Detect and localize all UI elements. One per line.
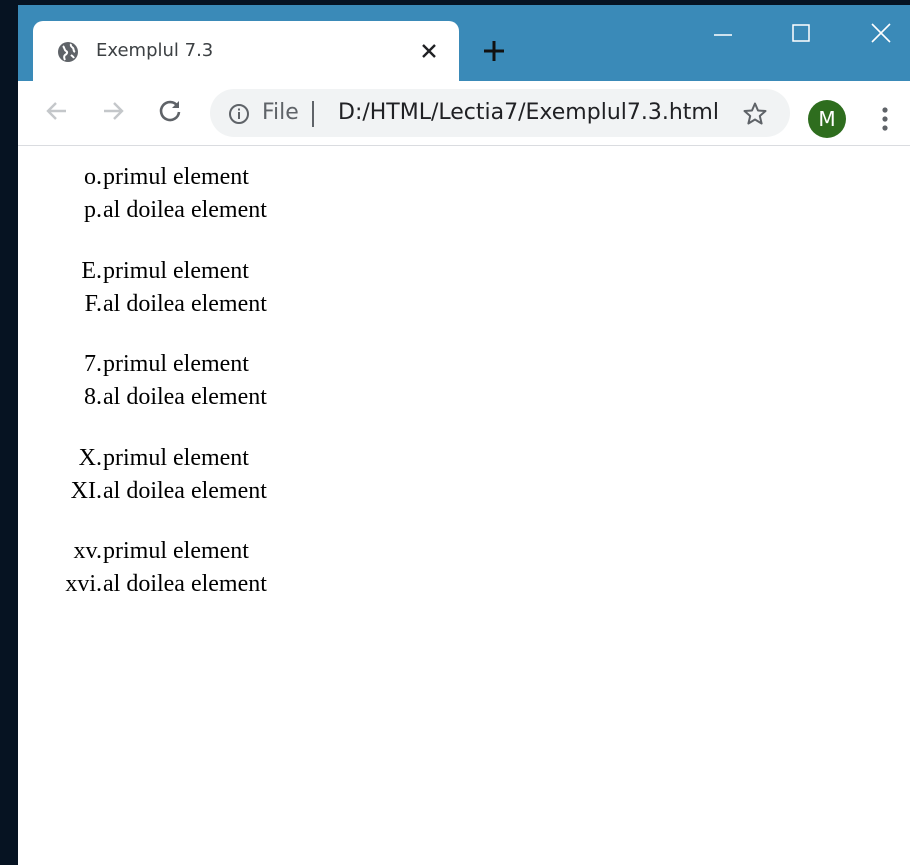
- list-marker: o.: [84, 164, 102, 190]
- minimize-icon[interactable]: [700, 15, 746, 51]
- list-marker: 7.: [84, 351, 102, 377]
- browser-window: Exemplul 7.3 File D:/HTML/Lectia7/Exempl…: [18, 5, 910, 865]
- list-item: XI. al doilea element: [18, 475, 418, 508]
- list-item: p. al doilea element: [18, 194, 418, 227]
- omnibox-divider: [312, 101, 314, 127]
- kebab-menu-icon[interactable]: [870, 103, 900, 135]
- list-item-text: primul element: [103, 445, 249, 471]
- list-item: 8. al doilea element: [18, 381, 418, 414]
- ordered-list-lower-roman: xv. primul element xvi. al doilea elemen…: [18, 535, 418, 601]
- list-item-text: al doilea element: [103, 291, 267, 317]
- plus-icon[interactable]: [480, 37, 508, 65]
- list-marker: XI.: [70, 478, 102, 504]
- list-item: xvi. al doilea element: [18, 568, 418, 601]
- list-item: xv. primul element: [18, 535, 418, 568]
- maximize-icon[interactable]: [778, 15, 824, 51]
- list-marker: F.: [84, 291, 102, 317]
- back-arrow-icon[interactable]: [41, 95, 73, 127]
- address-bar[interactable]: File D:/HTML/Lectia7/Exemplul7.3.html: [210, 89, 790, 137]
- browser-tab[interactable]: Exemplul 7.3: [33, 21, 459, 81]
- info-icon[interactable]: [228, 103, 250, 125]
- list-item: E. primul element: [18, 255, 418, 288]
- close-window-icon[interactable]: [858, 15, 904, 51]
- list-item-text: al doilea element: [103, 384, 267, 410]
- ordered-list-lower-alpha: o. primul element p. al doilea element: [18, 161, 418, 227]
- list-marker: p.: [84, 197, 102, 223]
- list-item-text: al doilea element: [103, 197, 267, 223]
- title-bar: Exemplul 7.3: [18, 5, 910, 81]
- list-item-text: primul element: [103, 164, 249, 190]
- page-content: o. primul element p. al doilea element E…: [18, 146, 910, 865]
- reload-icon[interactable]: [154, 95, 186, 127]
- tab-title: Exemplul 7.3: [96, 40, 214, 61]
- profile-avatar[interactable]: M: [808, 100, 846, 138]
- list-item: 7. primul element: [18, 348, 418, 381]
- close-icon[interactable]: [416, 38, 442, 64]
- ordered-list-upper-alpha: E. primul element F. al doilea element: [18, 255, 418, 321]
- star-icon[interactable]: [742, 101, 768, 127]
- list-item-text: primul element: [103, 351, 249, 377]
- list-marker: X.: [78, 445, 102, 471]
- list-item-text: al doilea element: [103, 478, 267, 504]
- list-item: o. primul element: [18, 161, 418, 194]
- browser-toolbar: File D:/HTML/Lectia7/Exemplul7.3.html M: [18, 81, 910, 146]
- url-text[interactable]: D:/HTML/Lectia7/Exemplul7.3.html: [338, 100, 719, 126]
- list-item-text: al doilea element: [103, 571, 267, 597]
- list-item: X. primul element: [18, 442, 418, 475]
- list-marker: xvi.: [65, 571, 102, 597]
- ordered-list-upper-roman: X. primul element XI. al doilea element: [18, 442, 418, 508]
- list-item-text: primul element: [103, 258, 249, 284]
- ordered-list-decimal: 7. primul element 8. al doilea element: [18, 348, 418, 414]
- globe-icon: [57, 41, 79, 63]
- url-scheme-label: File: [262, 100, 299, 125]
- list-item-text: primul element: [103, 538, 249, 564]
- list-marker: xv.: [73, 538, 102, 564]
- list-marker: E.: [81, 258, 102, 284]
- forward-arrow-icon[interactable]: [97, 95, 129, 127]
- list-marker: 8.: [84, 384, 102, 410]
- list-item: F. al doilea element: [18, 288, 418, 321]
